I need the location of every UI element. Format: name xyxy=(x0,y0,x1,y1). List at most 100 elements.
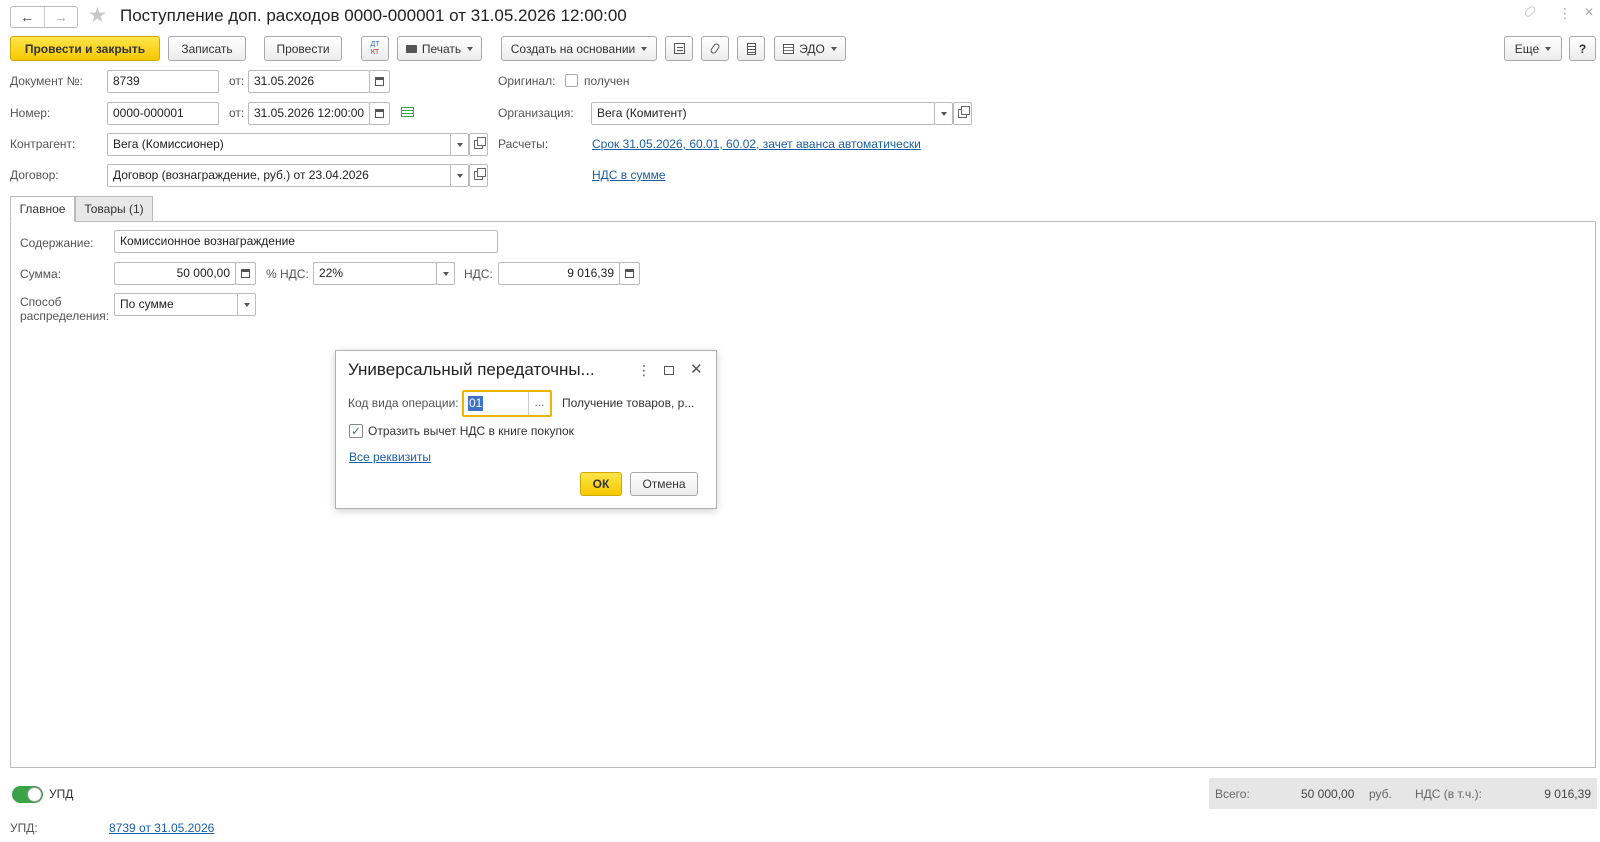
history-icon[interactable] xyxy=(401,107,414,117)
create-based-on-label: Создать на основании xyxy=(510,41,636,56)
document-list-icon xyxy=(746,42,756,55)
upd-dialog: Универсальный передаточны... ⋮ ✕ Код вид… xyxy=(335,350,717,509)
post-and-close-button[interactable]: Провести и закрыть xyxy=(10,36,160,61)
chevron-down-icon xyxy=(830,46,837,51)
edo-button[interactable]: ЭДО xyxy=(774,36,846,61)
doc-date-calendar-button[interactable] xyxy=(369,70,390,93)
save-button[interactable]: Записать xyxy=(168,36,246,61)
dt-kt-icon: ДТ КТ xyxy=(370,41,379,57)
number-label: Номер: xyxy=(10,106,51,120)
doc-date-from-label: от: xyxy=(229,74,245,88)
tab-main[interactable]: Главное xyxy=(10,196,75,222)
chevron-down-icon xyxy=(456,173,463,178)
number-field[interactable]: 0000-000001 xyxy=(107,102,219,125)
counterparty-field[interactable]: Вега (Комиссионер) xyxy=(107,133,451,156)
print-button[interactable]: Печать xyxy=(397,36,482,61)
number-date-calendar-button[interactable] xyxy=(369,102,390,125)
contract-dropdown-button[interactable] xyxy=(450,164,469,187)
vat-rate-field[interactable]: 22% xyxy=(313,262,437,285)
distribution-label-line2: распределения: xyxy=(20,309,110,323)
help-button[interactable]: ? xyxy=(1569,36,1596,61)
window-title: Поступление доп. расходов 0000-000001 от… xyxy=(120,6,627,25)
attach-button[interactable] xyxy=(701,36,729,61)
paperclip-icon xyxy=(709,42,721,55)
doc-no-field[interactable]: 8739 xyxy=(107,70,219,93)
totals-panel: Всего: 50 000,00 руб. НДС (в т.ч.): 9 01… xyxy=(1209,778,1597,809)
open-icon xyxy=(958,106,970,118)
original-received-label: получен xyxy=(584,74,630,88)
vat-incl-label: НДС (в т.ч.): xyxy=(1415,787,1482,801)
nav-back-button[interactable]: ← xyxy=(11,7,45,27)
org-open-button[interactable] xyxy=(953,102,972,125)
report-button[interactable] xyxy=(737,36,765,61)
number-date-from-label: от: xyxy=(229,106,245,120)
chevron-down-icon xyxy=(243,302,250,307)
kt-label: КТ xyxy=(370,48,380,56)
vat-rate-dropdown-button[interactable] xyxy=(436,262,455,285)
total-currency: руб. xyxy=(1369,787,1392,801)
counterparty-open-button[interactable] xyxy=(469,133,488,156)
dialog-cancel-button[interactable]: Отмена xyxy=(630,472,698,496)
distribution-dropdown-button[interactable] xyxy=(237,293,256,316)
close-window-icon[interactable]: ✕ xyxy=(1584,5,1594,19)
dialog-close-icon[interactable]: ✕ xyxy=(690,360,703,378)
dt-label: ДТ xyxy=(370,40,380,48)
sum-label: Сумма: xyxy=(20,267,62,281)
op-code-select-button[interactable]: ... xyxy=(528,392,550,415)
upd-toggle-label: УПД xyxy=(49,787,74,801)
op-code-description: Получение товаров, р... xyxy=(562,396,695,410)
calculator-icon xyxy=(625,269,634,278)
dialog-more-icon[interactable]: ⋮ xyxy=(637,362,651,379)
org-label: Организация: xyxy=(498,106,574,120)
vat-deduction-label: Отразить вычет НДС в книге покупок xyxy=(368,424,574,438)
create-based-on-button[interactable]: Создать на основании xyxy=(501,36,657,61)
original-received-checkbox[interactable] xyxy=(565,74,578,87)
content-field[interactable]: Комиссионное вознаграждение xyxy=(114,230,498,253)
more-vertical-icon[interactable]: ⋮ xyxy=(1558,5,1572,22)
vat-field[interactable]: 9 016,39 xyxy=(498,262,620,285)
dialog-ok-button[interactable]: ОК xyxy=(580,472,622,496)
vat-calculator-button[interactable] xyxy=(619,262,640,285)
edo-label: ЭДО xyxy=(799,41,825,56)
counterparty-dropdown-button[interactable] xyxy=(450,133,469,156)
op-code-value: 01 xyxy=(468,396,484,411)
dialog-maximize-icon[interactable] xyxy=(664,366,674,375)
favorite-star-icon[interactable]: ★ xyxy=(88,4,107,28)
upd-link[interactable]: 8739 от 31.05.2026 xyxy=(109,821,214,835)
structure-button[interactable] xyxy=(665,36,693,61)
original-label: Оригинал: xyxy=(498,74,556,88)
number-date-field[interactable]: 31.05.2026 12:00:00 xyxy=(248,102,370,125)
contract-label: Договор: xyxy=(10,168,59,182)
distribution-label-line1: Способ xyxy=(20,295,62,309)
vat-in-sum-link[interactable]: НДС в сумме xyxy=(592,168,666,182)
org-field[interactable]: Вега (Комитент) xyxy=(591,102,935,125)
sum-calculator-button[interactable] xyxy=(235,262,256,285)
tab-goods[interactable]: Товары (1) xyxy=(75,196,153,222)
calculator-icon xyxy=(241,269,250,278)
contract-field[interactable]: Договор (вознаграждение, руб.) от 23.04.… xyxy=(107,164,451,187)
chevron-down-icon xyxy=(641,46,648,51)
contract-open-button[interactable] xyxy=(469,164,488,187)
op-code-field[interactable]: 01 ... xyxy=(462,390,552,417)
vat-deduction-checkbox[interactable]: ✓ xyxy=(349,424,363,438)
payments-link[interactable]: Срок 31.05.2026, 60.01, 60.02, зачет ава… xyxy=(592,137,921,151)
dt-kt-button[interactable]: ДТ КТ xyxy=(361,36,389,61)
doc-date-field[interactable]: 31.05.2026 xyxy=(248,70,370,93)
chevron-down-icon xyxy=(940,111,947,116)
all-details-link[interactable]: Все реквизиты xyxy=(349,450,431,464)
more-label: Еще xyxy=(1514,41,1540,56)
more-button[interactable]: Еще xyxy=(1504,36,1562,61)
vat-incl-value: 9 016,39 xyxy=(1544,787,1591,801)
upd-label: УПД: xyxy=(10,821,38,835)
org-dropdown-button[interactable] xyxy=(934,102,953,125)
printer-icon xyxy=(405,44,417,53)
nav-forward-button[interactable]: → xyxy=(45,7,78,27)
post-button[interactable]: Провести xyxy=(264,36,342,61)
total-value: 50 000,00 xyxy=(1301,787,1355,801)
chevron-down-icon xyxy=(1545,46,1552,51)
print-label: Печать xyxy=(421,41,462,56)
sum-field[interactable]: 50 000,00 xyxy=(114,262,236,285)
link-icon[interactable] xyxy=(1523,4,1537,19)
upd-toggle[interactable] xyxy=(12,786,43,803)
distribution-field[interactable]: По сумме xyxy=(114,293,238,316)
